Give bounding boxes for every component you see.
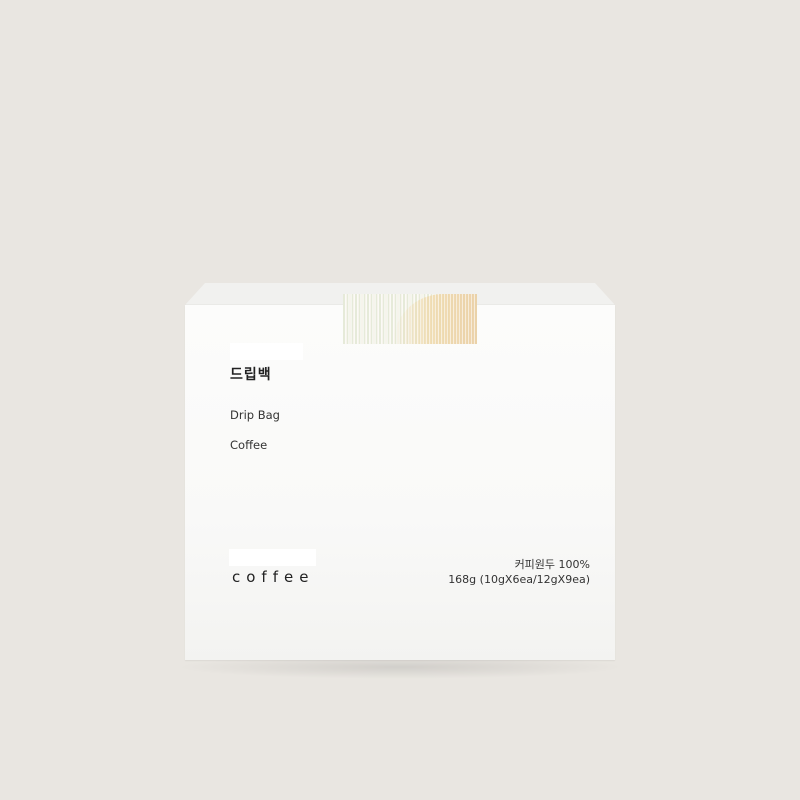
product-name-english: Drip Bag Coffee <box>230 393 280 468</box>
spec-bean-content: 커피원두 100% <box>514 558 590 571</box>
seal-tape-stripes <box>343 294 477 344</box>
brand-wordmark: coffee <box>232 568 315 586</box>
redacted-brand-mark <box>229 549 316 566</box>
product-name-english-line1: Drip Bag <box>230 408 280 422</box>
spec-weight: 168g (10gX6ea/12gX9ea) <box>448 573 590 586</box>
product-spec: 커피원두 100% 168g (10gX6ea/12gX9ea) <box>448 557 590 587</box>
seal-tape <box>343 294 477 344</box>
product-photo-scene: 드립백 Drip Bag Coffee coffee 커피원두 100% 168… <box>0 0 800 800</box>
product-name-english-line2: Coffee <box>230 438 268 452</box>
product-name-korean: 드립백 <box>230 367 272 383</box>
redacted-brand-label <box>230 343 303 360</box>
